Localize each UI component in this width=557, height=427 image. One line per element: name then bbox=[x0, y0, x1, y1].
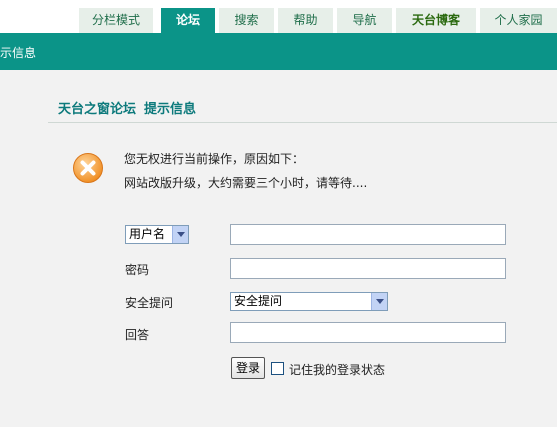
password-input[interactable] bbox=[230, 258, 506, 279]
security-question-select[interactable]: 安全提问 bbox=[230, 292, 388, 311]
chevron-down-icon bbox=[371, 293, 387, 310]
security-question-label: 安全提问 bbox=[125, 296, 174, 310]
tab-personal-home[interactable]: 个人家园 bbox=[480, 8, 557, 33]
tab-help[interactable]: 帮助 bbox=[278, 8, 333, 33]
error-x-icon bbox=[73, 153, 103, 183]
breadcrumb-bar: 示信息 bbox=[0, 33, 557, 70]
error-message-heading: 您无权进行当前操作，原因如下： bbox=[124, 152, 305, 166]
remember-label: 记住我的登录状态 bbox=[289, 363, 386, 377]
page-title-text: 提示信息 bbox=[144, 102, 197, 117]
forum-name-link[interactable]: 天台之窗论坛 bbox=[58, 102, 136, 117]
error-message-reason: 网站改版升级，大约需要三个小时，请等待.... bbox=[124, 176, 368, 190]
chevron-down-icon bbox=[172, 226, 188, 243]
answer-label: 回答 bbox=[125, 328, 150, 342]
divider bbox=[48, 122, 557, 123]
top-navigation: 分栏模式 论坛 搜索 帮助 导航 天台博客 个人家园 bbox=[0, 0, 557, 33]
tab-search[interactable]: 搜索 bbox=[219, 8, 274, 33]
tab-navigation[interactable]: 导航 bbox=[337, 8, 392, 33]
login-button[interactable]: 登录 bbox=[231, 357, 265, 379]
username-type-select[interactable]: 用户名 bbox=[125, 225, 189, 244]
password-label: 密码 bbox=[125, 263, 150, 277]
remember-checkbox[interactable] bbox=[271, 362, 284, 375]
username-type-value: 用户名 bbox=[129, 227, 166, 241]
username-input[interactable] bbox=[230, 224, 506, 245]
tab-split-mode[interactable]: 分栏模式 bbox=[79, 8, 153, 33]
page-title: 天台之窗论坛 提示信息 bbox=[58, 98, 196, 117]
message-panel: 天台之窗论坛 提示信息 您无权进行当前操作，原因如下： 网站改版升级，大约需要三个… bbox=[48, 70, 557, 427]
security-question-value: 安全提问 bbox=[234, 294, 283, 308]
tab-tiantai-blog[interactable]: 天台博客 bbox=[396, 8, 476, 33]
tab-forum[interactable]: 论坛 bbox=[161, 8, 215, 33]
answer-input[interactable] bbox=[230, 322, 506, 343]
breadcrumb: 示信息 bbox=[0, 46, 37, 60]
